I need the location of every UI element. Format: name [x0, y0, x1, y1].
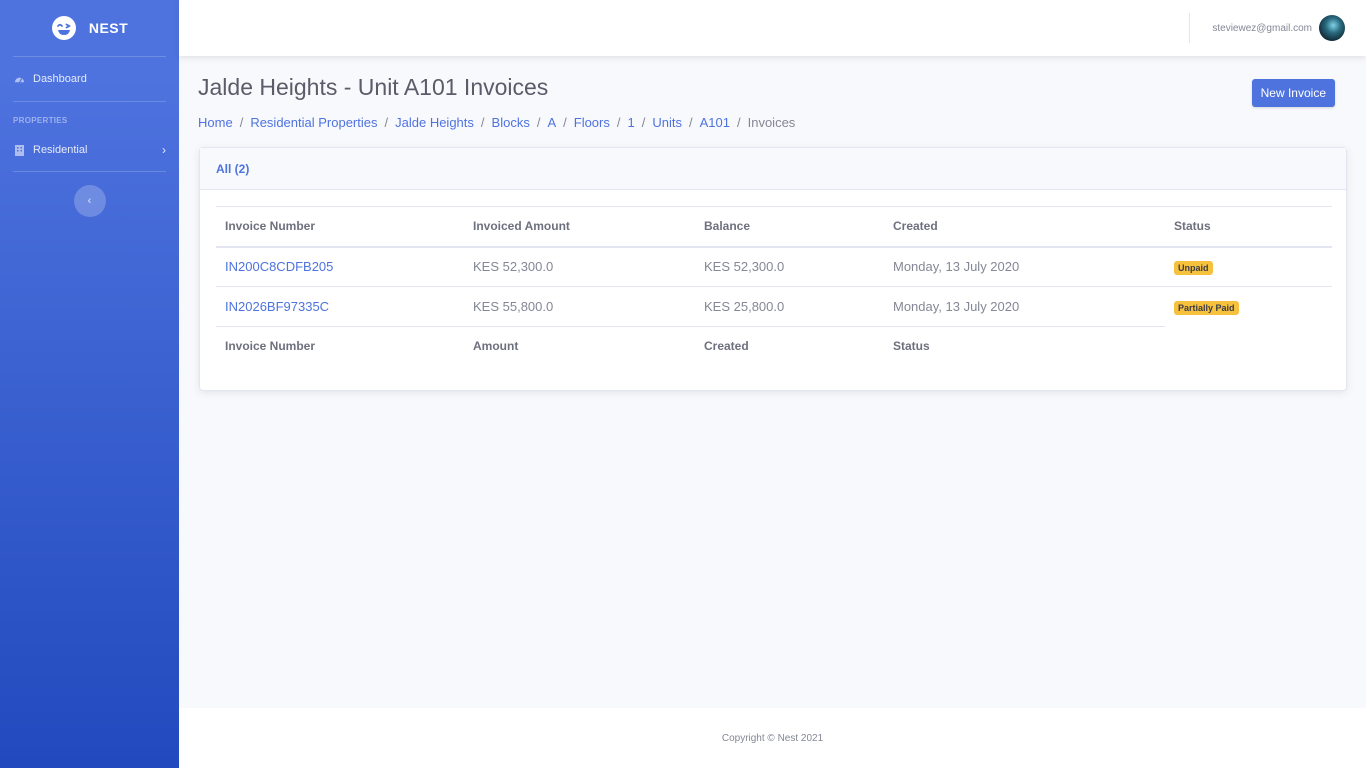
balance-cell: KES 52,300.0	[695, 246, 884, 287]
chevron-left-icon: ‹	[87, 195, 92, 207]
breadcrumb-unit[interactable]: A101	[700, 115, 730, 130]
building-icon	[13, 144, 25, 156]
footer-header: Status	[893, 338, 930, 353]
breadcrumb-separator: /	[563, 115, 567, 130]
invoice-link[interactable]: IN200C8CDFB205	[225, 259, 333, 274]
invoice-number-cell: IN200C8CDFB205	[216, 246, 464, 287]
page-footer: Copyright © Nest 2021	[179, 708, 1366, 768]
breadcrumb-residential-properties[interactable]: Residential Properties	[250, 115, 377, 130]
balance-cell: KES 25,800.0	[695, 286, 884, 327]
avatar[interactable]	[1319, 15, 1345, 41]
brand[interactable]: NEST	[0, 0, 179, 56]
breadcrumb-floors[interactable]: Floors	[574, 115, 610, 130]
breadcrumb-separator: /	[239, 115, 244, 130]
footer-header: Created	[704, 338, 749, 353]
breadcrumb-separator: /	[641, 115, 646, 130]
breadcrumb-current: Invoices	[747, 115, 796, 130]
sidebar: NEST Dashboard PROPERTIES Residential › …	[0, 0, 179, 768]
table-header-row: Invoice Number Invoiced Amount Balance C…	[216, 206, 1332, 248]
breadcrumb-separator: /	[536, 115, 541, 130]
breadcrumb-separator: /	[480, 115, 485, 130]
table-footer-row: Invoice Number Amount Created Status	[216, 327, 1332, 365]
invoiced-amount-cell: KES 52,300.0	[464, 246, 695, 287]
column-header[interactable]: Invoice Number	[216, 206, 464, 248]
footer-empty	[1165, 327, 1332, 365]
brand-name: NEST	[88, 20, 129, 36]
sidebar-divider	[13, 171, 166, 172]
breadcrumb-blocks[interactable]: Blocks	[492, 115, 530, 130]
column-header[interactable]: Balance	[695, 206, 884, 248]
invoice-number-cell: IN2026BF97335C	[216, 286, 464, 327]
status-cell: Unpaid	[1165, 246, 1332, 287]
footer-header: Amount	[473, 338, 519, 353]
breadcrumb-units[interactable]: Units	[652, 115, 682, 130]
invoice-link[interactable]: IN2026BF97335C	[225, 299, 329, 314]
column-header[interactable]: Invoiced Amount	[464, 206, 695, 248]
tab-all[interactable]: All (2)	[216, 162, 249, 176]
breadcrumb-block[interactable]: A	[547, 115, 556, 130]
status-cell: Partially Paid	[1165, 287, 1332, 327]
table-row: IN200C8CDFB205 KES 52,300.0 KES 52,300.0…	[216, 246, 1332, 287]
chevron-right-icon: ›	[162, 143, 166, 157]
breadcrumb-home[interactable]: Home	[198, 115, 233, 130]
sidebar-item-label: Residential	[33, 144, 88, 156]
column-header[interactable]: Status	[1165, 206, 1332, 248]
sidebar-item-label: Dashboard	[33, 73, 87, 85]
card-header: All (2)	[200, 148, 1346, 190]
sidebar-item-dashboard[interactable]: Dashboard	[0, 57, 179, 101]
created-cell: Monday, 13 July 2020	[884, 246, 1165, 287]
status-badge: Partially Paid	[1174, 300, 1239, 315]
column-header[interactable]: Created	[884, 206, 1165, 248]
sidebar-toggle-button[interactable]: ‹	[73, 185, 106, 217]
footer-header: Invoice Number	[225, 338, 316, 353]
laugh-wink-icon	[51, 16, 76, 40]
page-title: Jalde Heights - Unit A101 Invoices	[198, 74, 549, 100]
status-badge: Unpaid	[1174, 260, 1213, 275]
new-invoice-button[interactable]: New Invoice	[1251, 79, 1335, 107]
breadcrumb-separator: /	[736, 115, 741, 130]
breadcrumb-separator: /	[384, 115, 389, 130]
topbar: steviewez@gmail.com	[179, 0, 1366, 56]
table-row: IN2026BF97335C KES 55,800.0 KES 25,800.0…	[216, 286, 1332, 327]
created-cell: Monday, 13 July 2020	[884, 286, 1165, 327]
topbar-divider	[1189, 13, 1191, 43]
breadcrumb-floor[interactable]: 1	[628, 115, 635, 130]
user-email[interactable]: steviewez@gmail.com	[1212, 23, 1312, 34]
invoices-table: Invoice Number Invoiced Amount Balance C…	[216, 206, 1332, 365]
invoiced-amount-cell: KES 55,800.0	[464, 286, 695, 327]
breadcrumb: Home / Residential Properties / Jalde Heig…	[198, 115, 795, 130]
breadcrumb-property[interactable]: Jalde Heights	[395, 115, 474, 130]
copyright-text: Copyright © Nest 2021	[721, 732, 824, 744]
breadcrumb-separator: /	[688, 115, 693, 130]
invoices-card: All (2) Invoice Number Invoiced Amount B…	[199, 147, 1347, 391]
sidebar-item-residential[interactable]: Residential ›	[0, 129, 179, 171]
breadcrumb-separator: /	[616, 115, 621, 130]
tachometer-icon	[13, 73, 25, 85]
sidebar-heading: PROPERTIES	[13, 116, 68, 125]
